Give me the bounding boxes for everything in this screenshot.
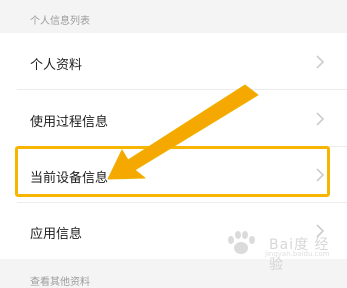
section-header-personal-info: 个人信息列表 (0, 0, 347, 33)
chevron-right-icon (316, 112, 325, 126)
list-item-usage-info[interactable]: 使用过程信息 (0, 91, 347, 147)
list-item-label: 使用过程信息 (30, 115, 109, 130)
watermark-url: jingyan.baidu.com (265, 250, 330, 258)
list-item-label: 应用信息 (30, 227, 83, 242)
chevron-right-icon (316, 55, 325, 69)
divider (17, 89, 347, 90)
watermark: Bai度 经验 jingyan.baidu.com (215, 230, 340, 273)
list-item-profile[interactable]: 个人资料 (0, 34, 347, 90)
section-header-label: 个人信息列表 (30, 16, 90, 27)
list-item-label: 个人资料 (30, 58, 83, 73)
highlight-box (15, 146, 330, 197)
section-header-label: 查看其他资料 (30, 277, 90, 288)
paw-logo-icon (228, 231, 255, 254)
